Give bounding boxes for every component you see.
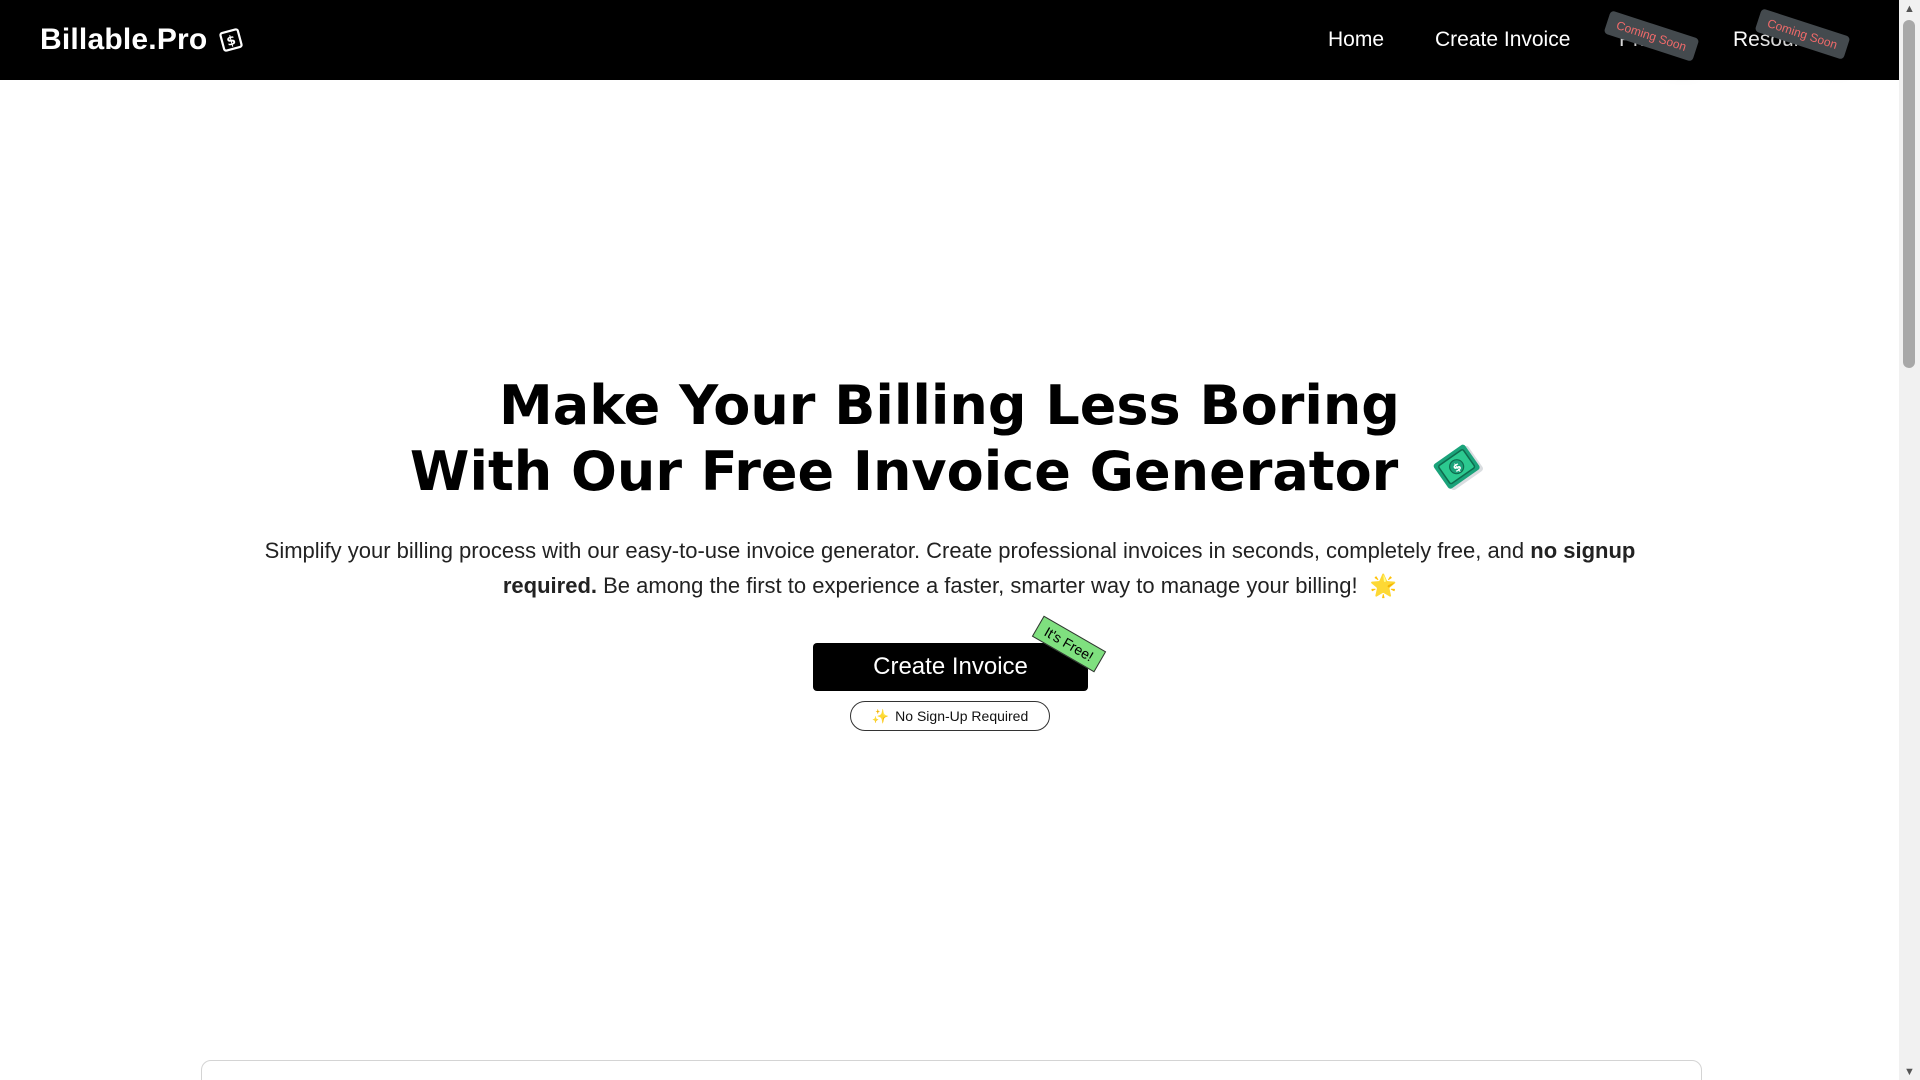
navbar: Billable.Pro $ Home Create Invoice Prici… <box>0 0 1899 80</box>
hero-subtitle-part-2: Be among the first to experience a faste… <box>597 573 1358 598</box>
hero-subtitle: Simplify your billing process with our e… <box>255 533 1645 603</box>
brand-name: Billable.Pro <box>40 23 208 56</box>
scroll-up-arrow-icon[interactable]: ▲ <box>1899 0 1920 17</box>
sun-icon: 🌟 <box>1369 573 1398 598</box>
svg-text:$: $ <box>226 33 239 50</box>
hero-title-line-2-text: With Our Free Invoice Generator <box>409 440 1399 503</box>
no-signup-label: No Sign-Up Required <box>895 708 1029 724</box>
vertical-scrollbar[interactable]: ▲ ▼ <box>1899 0 1920 1080</box>
hero-subtitle-part-1: Simplify your billing process with our e… <box>264 538 1531 563</box>
hero-title-line-1: Make Your Billing Less Boring <box>499 374 1400 437</box>
no-signup-pill: ✨ No Sign-Up Required <box>850 701 1050 731</box>
dollar-box-icon: $ <box>217 26 245 54</box>
create-invoice-button[interactable]: Create Invoice <box>813 643 1088 691</box>
content-card <box>201 1060 1702 1080</box>
nav-create-invoice[interactable]: Create Invoice <box>1435 28 1570 52</box>
sparkle-icon: ✨ <box>871 707 890 724</box>
coming-soon-badge-pricing: Coming Soon <box>1603 10 1700 62</box>
page: Billable.Pro $ Home Create Invoice Prici… <box>0 0 1899 1080</box>
money-bill-icon: $ <box>1431 439 1489 512</box>
coming-soon-badge-resources: Coming Soon <box>1754 8 1851 60</box>
hero-title-line-2: With Our Free Invoice Generator $ <box>0 438 1899 512</box>
brand-logo[interactable]: Billable.Pro $ <box>40 0 245 80</box>
nav-home[interactable]: Home <box>1328 28 1384 52</box>
scroll-down-arrow-icon[interactable]: ▼ <box>1899 1063 1920 1080</box>
scroll-thumb[interactable] <box>1903 20 1915 368</box>
